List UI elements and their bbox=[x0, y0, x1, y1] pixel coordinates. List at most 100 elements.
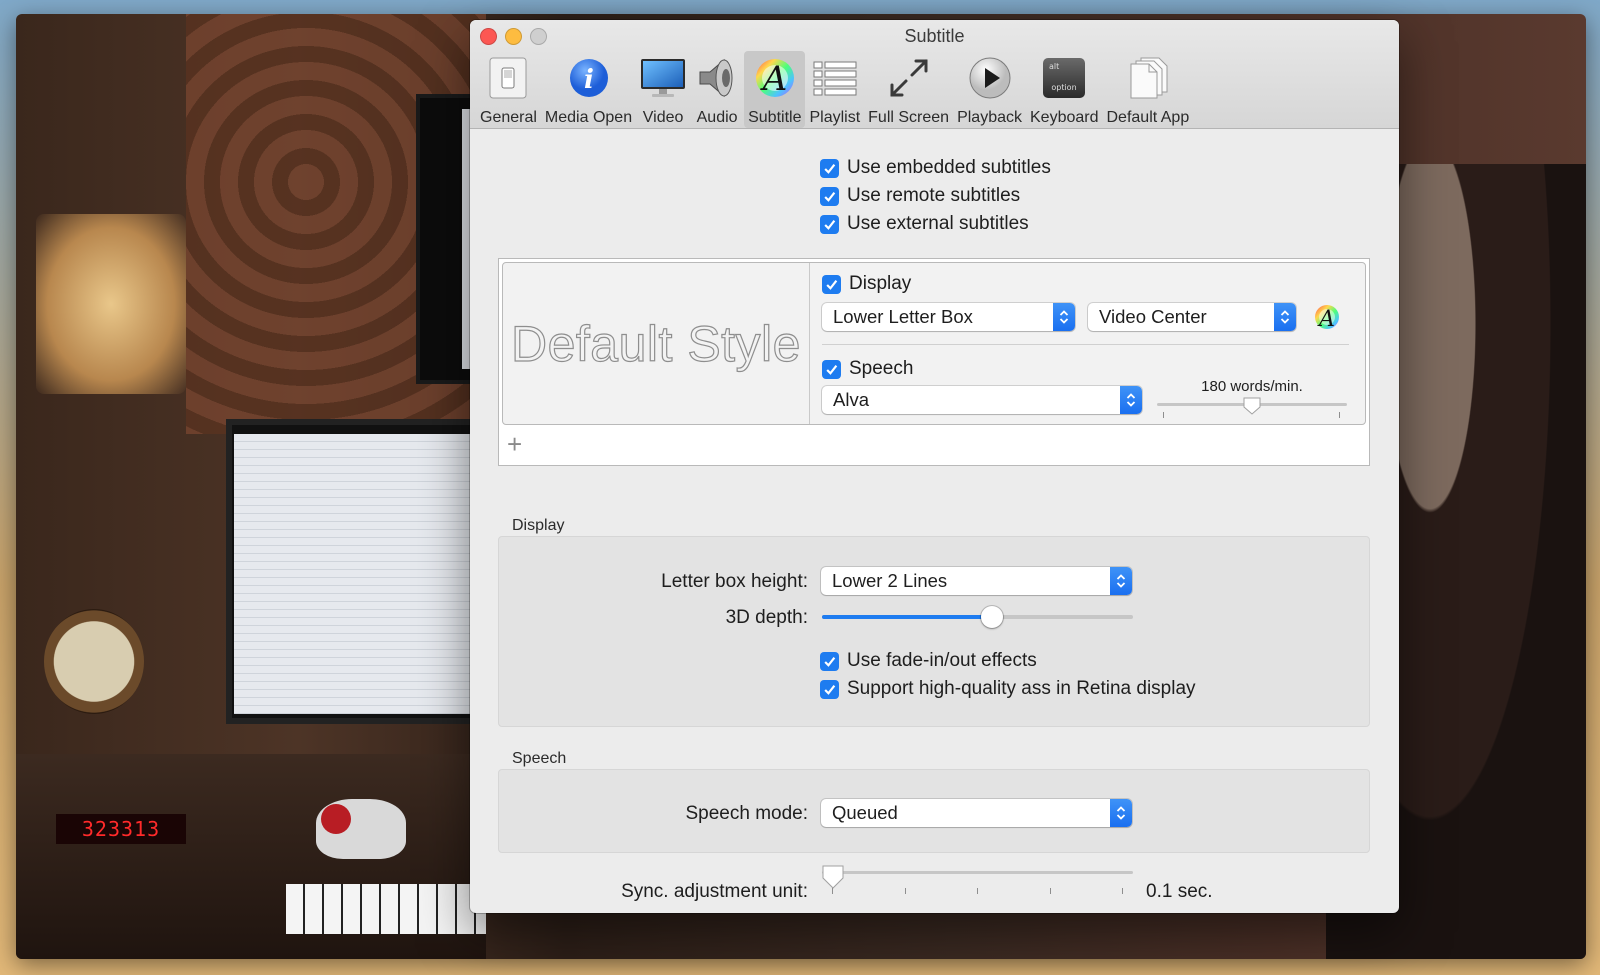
list-icon bbox=[812, 55, 858, 101]
style-preview-text: Default Style bbox=[510, 315, 801, 372]
slider-tick bbox=[1163, 412, 1164, 418]
tab-playback-label: Playback bbox=[957, 109, 1022, 126]
tab-media-open-label: Media Open bbox=[544, 109, 633, 126]
tab-playlist[interactable]: Playlist bbox=[805, 51, 864, 128]
3d-depth-slider-fill bbox=[822, 615, 992, 619]
preferences-window: Subtitle General i Media Open Video Audi… bbox=[470, 20, 1399, 913]
use-remote-subtitles-label: Use remote subtitles bbox=[847, 185, 1021, 206]
subtitle-position-value: Lower Letter Box bbox=[833, 306, 973, 327]
chevron-up-down-icon bbox=[1110, 799, 1132, 827]
speaker-icon bbox=[694, 55, 740, 101]
tab-audio-label: Audio bbox=[696, 109, 738, 126]
voice-value: Alva bbox=[833, 389, 869, 410]
trackball-ball bbox=[321, 804, 351, 834]
subtitle-style-item[interactable]: Default Style Display Lower Letter Box V… bbox=[502, 262, 1366, 425]
style-display-row[interactable]: Display bbox=[822, 273, 911, 295]
svg-text:option: option bbox=[1052, 83, 1077, 92]
chevron-up-down-icon bbox=[1120, 386, 1142, 414]
style-preview: Default Style bbox=[503, 263, 810, 424]
keyboard-key-icon: alt option bbox=[1041, 55, 1087, 101]
slider-tick bbox=[905, 888, 906, 894]
svg-text:A: A bbox=[760, 59, 788, 99]
use-remote-subtitles-row[interactable]: Use remote subtitles bbox=[820, 185, 1020, 207]
style-speech-checkbox[interactable] bbox=[822, 359, 841, 379]
slider-tick bbox=[1339, 412, 1340, 418]
chevron-up-down-icon bbox=[1274, 303, 1296, 331]
tab-playback[interactable]: Playback bbox=[953, 51, 1026, 128]
font-color-icon: A bbox=[1313, 305, 1341, 335]
sync-adjustment-slider[interactable] bbox=[822, 871, 1133, 874]
3d-depth-label: 3D depth: bbox=[725, 607, 808, 628]
use-external-subtitles-label: Use external subtitles bbox=[847, 213, 1029, 234]
speech-mode-popup[interactable]: Queued bbox=[821, 799, 1132, 827]
svg-text:alt: alt bbox=[1049, 62, 1059, 71]
subtitle-alignment-value: Video Center bbox=[1099, 306, 1207, 327]
subtitle-style-list: Default Style Display Lower Letter Box V… bbox=[498, 258, 1370, 466]
slider-tick bbox=[1122, 888, 1123, 894]
window-title: Subtitle bbox=[904, 26, 965, 46]
use-external-subtitles-checkbox[interactable] bbox=[820, 214, 839, 234]
voice-popup[interactable]: Alva bbox=[822, 386, 1142, 414]
use-embedded-subtitles-checkbox[interactable] bbox=[820, 158, 839, 178]
switch-icon bbox=[485, 55, 531, 101]
slider-tick bbox=[1050, 888, 1051, 894]
use-external-subtitles-row[interactable]: Use external subtitles bbox=[820, 213, 1029, 235]
tab-video[interactable]: Video bbox=[636, 51, 690, 128]
chevron-up-down-icon bbox=[1053, 303, 1075, 331]
speech-section-title: Speech bbox=[512, 750, 567, 767]
subtitle-preferences-pane: Use embedded subtitles Use remote subtit… bbox=[470, 130, 1399, 913]
subtitle-alignment-popup[interactable]: Video Center bbox=[1088, 303, 1296, 331]
tab-playlist-label: Playlist bbox=[809, 109, 861, 126]
tab-default-app[interactable]: Default App bbox=[1103, 51, 1194, 128]
speech-rate-slider-knob[interactable] bbox=[1243, 397, 1261, 420]
font-style-button[interactable]: A bbox=[1313, 303, 1341, 332]
tab-full-screen[interactable]: Full Screen bbox=[864, 51, 953, 128]
preferences-toolbar: General i Media Open Video Audio A Subti… bbox=[476, 51, 1193, 128]
style-speech-label: Speech bbox=[849, 358, 914, 379]
style-speech-row[interactable]: Speech bbox=[822, 358, 913, 380]
titlebar: Subtitle General i Media Open Video Audi… bbox=[470, 20, 1399, 129]
sync-adjustment-slider-knob[interactable] bbox=[822, 865, 844, 894]
tab-keyboard[interactable]: alt option Keyboard bbox=[1026, 51, 1103, 128]
wall-clock bbox=[44, 609, 144, 714]
expand-arrows-icon bbox=[886, 55, 932, 101]
piano-keys bbox=[286, 884, 486, 934]
subtitle-position-popup[interactable]: Lower Letter Box bbox=[822, 303, 1075, 331]
display-section-title: Display bbox=[512, 517, 565, 534]
background-monitor-screen bbox=[234, 434, 486, 714]
tab-audio[interactable]: Audio bbox=[690, 51, 744, 128]
tab-general[interactable]: General bbox=[476, 51, 541, 128]
high-quality-ass-checkbox[interactable] bbox=[820, 679, 839, 699]
sync-adjustment-unit-label: Sync. adjustment unit: bbox=[621, 881, 808, 902]
tab-keyboard-label: Keyboard bbox=[1030, 109, 1099, 126]
sync-adjustment-value: 0.1 sec. bbox=[1146, 881, 1213, 902]
fade-effects-row[interactable]: Use fade-in/out effects bbox=[820, 650, 1037, 672]
style-divider bbox=[822, 344, 1349, 345]
slider-tick bbox=[977, 888, 978, 894]
use-embedded-subtitles-row[interactable]: Use embedded subtitles bbox=[820, 157, 1051, 179]
letter-box-height-popup[interactable]: Lower 2 Lines bbox=[821, 567, 1132, 595]
use-remote-subtitles-checkbox[interactable] bbox=[820, 186, 839, 206]
style-display-checkbox[interactable] bbox=[822, 274, 841, 294]
chevron-up-down-icon bbox=[1110, 567, 1132, 595]
tab-subtitle-label: Subtitle bbox=[748, 109, 802, 126]
info-icon: i bbox=[566, 55, 612, 101]
tab-default-app-label: Default App bbox=[1106, 109, 1190, 126]
letter-box-height-label: Letter box height: bbox=[661, 571, 808, 592]
speech-mode-value: Queued bbox=[832, 802, 898, 823]
monitor-icon bbox=[640, 55, 686, 101]
tab-subtitle[interactable]: A Subtitle bbox=[744, 51, 806, 128]
3d-depth-slider[interactable] bbox=[822, 615, 1133, 619]
add-style-button[interactable]: + bbox=[507, 431, 522, 457]
high-quality-ass-row[interactable]: Support high-quality ass in Retina displ… bbox=[820, 678, 1196, 700]
documents-icon bbox=[1125, 55, 1171, 101]
letter-box-height-value: Lower 2 Lines bbox=[832, 570, 948, 591]
high-quality-ass-label: Support high-quality ass in Retina displ… bbox=[847, 678, 1196, 699]
led-readout: 323313 bbox=[56, 814, 186, 844]
3d-depth-slider-knob[interactable] bbox=[980, 606, 1003, 628]
svg-text:i: i bbox=[584, 65, 594, 95]
fade-effects-checkbox[interactable] bbox=[820, 651, 839, 671]
play-icon bbox=[967, 55, 1013, 101]
tab-media-open[interactable]: i Media Open bbox=[541, 51, 636, 128]
subtitle-a-icon: A bbox=[752, 55, 798, 101]
